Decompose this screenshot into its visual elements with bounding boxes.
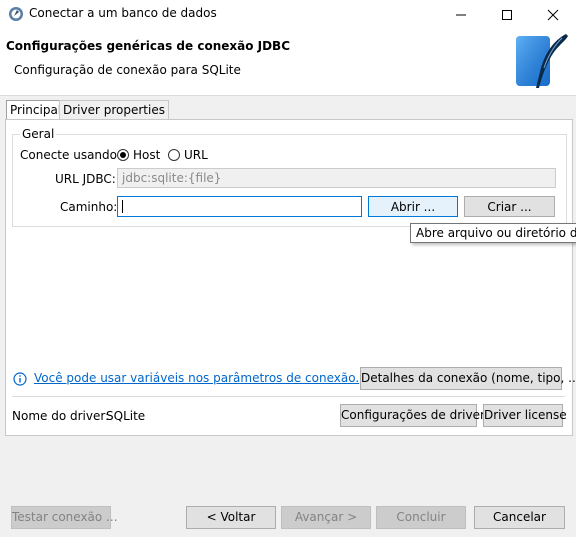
path-input[interactable] bbox=[117, 196, 362, 217]
close-icon bbox=[547, 9, 559, 20]
jdbc-url-field[interactable]: jdbc:sqlite:{file} bbox=[117, 168, 556, 188]
divider bbox=[12, 396, 565, 397]
jdbc-url-label: URL JDBC: bbox=[55, 172, 116, 186]
page-title: Configurações genéricas de conexão JDBC bbox=[6, 39, 291, 53]
app-icon bbox=[8, 6, 24, 22]
next-button[interactable]: Avançar > bbox=[281, 506, 371, 529]
maximize-icon bbox=[502, 9, 512, 20]
maximize-button[interactable] bbox=[484, 0, 530, 29]
window-title: Conectar a um banco de dados bbox=[29, 6, 217, 20]
open-button-tooltip: Abre arquivo ou diretório de banco de da… bbox=[410, 223, 576, 243]
radio-host-label: Host bbox=[133, 148, 161, 162]
minimize-button[interactable] bbox=[438, 0, 484, 29]
radio-host[interactable]: Host bbox=[117, 148, 165, 162]
finish-button[interactable]: Concluir bbox=[376, 506, 466, 529]
minimize-icon bbox=[456, 14, 466, 15]
radio-selected-dot bbox=[120, 152, 126, 158]
close-button[interactable] bbox=[530, 0, 576, 29]
connect-using-label: Conecte usando: bbox=[20, 148, 122, 162]
general-group-legend: Geral bbox=[20, 127, 57, 141]
cancel-button[interactable]: Cancelar bbox=[474, 506, 565, 529]
radio-url[interactable]: URL bbox=[168, 148, 212, 162]
text-caret bbox=[122, 200, 123, 213]
create-button[interactable]: Criar ... bbox=[464, 196, 555, 217]
connection-details-button[interactable]: Detalhes da conexão (nome, tipo, ...) bbox=[360, 367, 576, 390]
driver-name-value: SQLite bbox=[106, 409, 146, 423]
back-button[interactable]: < Voltar bbox=[186, 506, 276, 529]
driver-license-button[interactable]: Driver license bbox=[483, 404, 567, 427]
radio-url-circle[interactable] bbox=[168, 149, 180, 161]
sqlite-feather-logo-icon bbox=[514, 32, 570, 92]
variables-help-link[interactable]: Você pode usar variáveis nos parâmetros … bbox=[34, 371, 359, 385]
path-label: Caminho: bbox=[60, 200, 118, 214]
test-connection-button[interactable]: Testar conexão ... bbox=[11, 506, 118, 529]
page-subtitle: Configuração de conexão para SQLite bbox=[14, 63, 241, 77]
tab-driver-properties[interactable]: Driver properties bbox=[59, 100, 169, 120]
radio-url-label: URL bbox=[184, 148, 208, 162]
tab-principal[interactable]: Principal bbox=[6, 100, 66, 120]
info-icon bbox=[13, 372, 27, 386]
driver-name-label: Nome do driver: bbox=[12, 409, 110, 423]
open-button[interactable]: Abrir ... bbox=[368, 196, 458, 217]
radio-host-circle[interactable] bbox=[117, 149, 129, 161]
driver-settings-button[interactable]: Configurações de driver bbox=[340, 404, 485, 427]
